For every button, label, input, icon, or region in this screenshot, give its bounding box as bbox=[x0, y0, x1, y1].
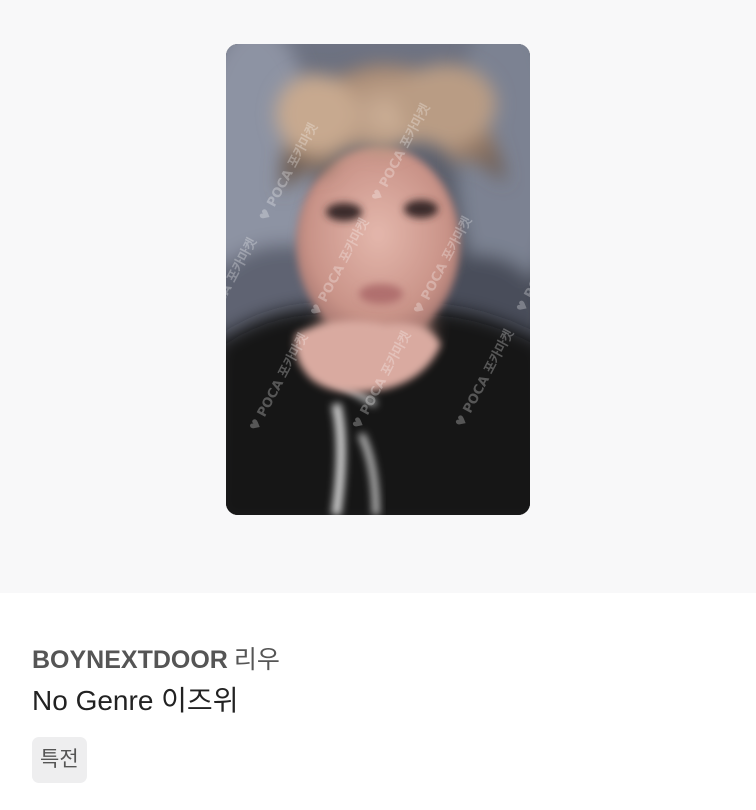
product-image-area: ♥ POCA 포카마켓 ♥ POCA 포카마켓 ♥ POCA 포카마켓 ♥ PO… bbox=[0, 0, 756, 593]
member-name[interactable]: 리우 bbox=[234, 646, 280, 674]
photocard-image[interactable]: ♥ POCA 포카마켓 ♥ POCA 포카마켓 ♥ POCA 포카마켓 ♥ PO… bbox=[226, 44, 530, 515]
benefit-badge: 특전 bbox=[32, 737, 87, 783]
artist-group-name[interactable]: BOYNEXTDOOR bbox=[32, 646, 228, 674]
album-name[interactable]: No Genre 이즈위 bbox=[32, 679, 238, 719]
artist-line: BOYNEXTDOOR 리우 bbox=[32, 640, 280, 676]
photocard-illustration: ♥ POCA 포카마켓 ♥ POCA 포카마켓 ♥ POCA 포카마켓 ♥ PO… bbox=[226, 44, 530, 515]
